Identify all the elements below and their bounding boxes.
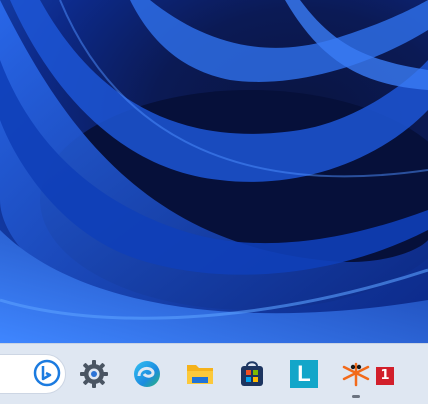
wallpaper-art	[0, 0, 428, 343]
notification-badge: 1	[376, 367, 394, 385]
store-icon[interactable]	[236, 358, 268, 390]
letter-l-icon[interactable]: L	[288, 358, 320, 390]
edge-browser-icon[interactable]	[131, 358, 163, 390]
bug-icon[interactable]	[340, 358, 372, 390]
desktop-wallpaper	[0, 0, 428, 343]
gear-icon[interactable]	[78, 358, 110, 390]
folder-icon[interactable]	[184, 358, 216, 390]
running-indicator	[352, 395, 360, 398]
l-app-tile: L	[290, 360, 318, 388]
l-app-label: L	[297, 361, 311, 386]
bing-icon[interactable]	[31, 357, 63, 389]
